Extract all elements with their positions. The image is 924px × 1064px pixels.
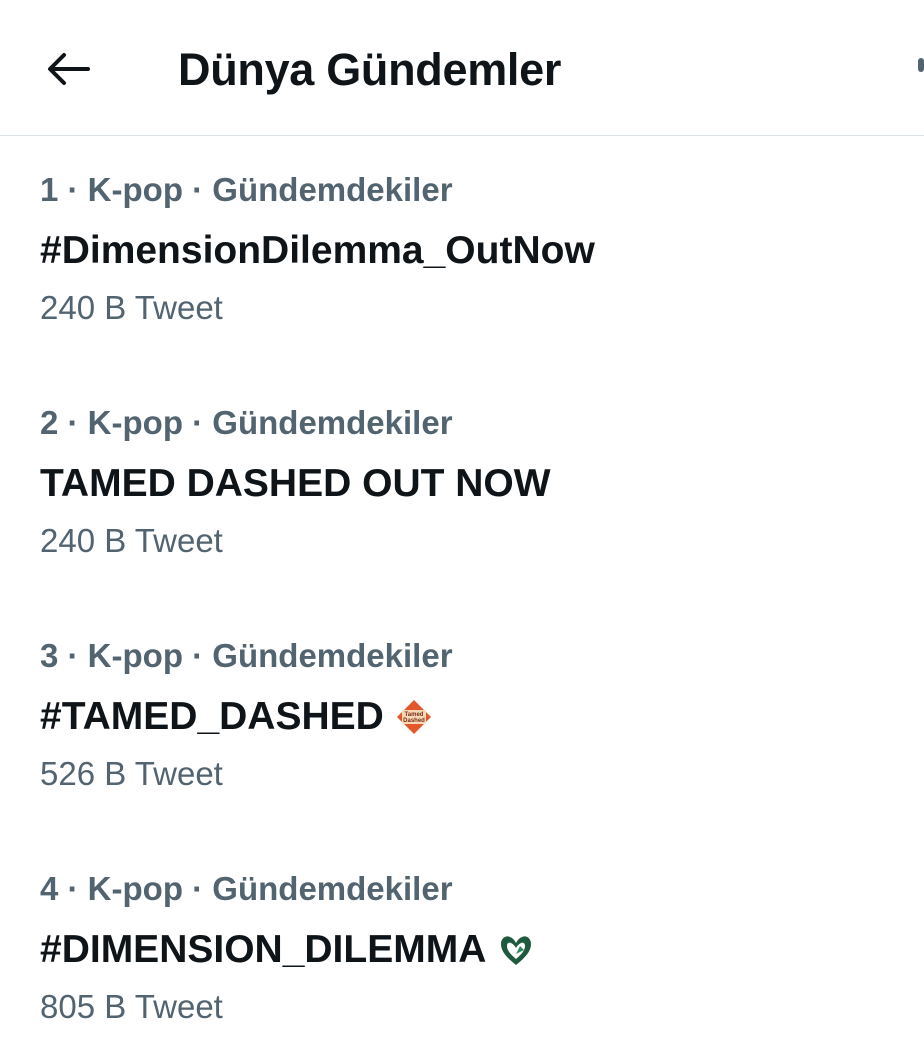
trend-item-4[interactable]: 4 · K-pop · Gündemdekiler #DIMENSION_DIL… bbox=[0, 836, 924, 1064]
trend-tweet-count: 526 B Tweet bbox=[40, 755, 223, 792]
trend-tweet-count: 805 B Tweet bbox=[40, 988, 223, 1025]
trend-title: TAMED DASHED OUT NOW bbox=[40, 462, 551, 506]
top-header: Dünya Gündemler bbox=[0, 0, 924, 136]
trend-meta: 3 · K-pop · Gündemdekiler bbox=[40, 637, 453, 674]
trend-tweet-count: 240 B Tweet bbox=[40, 522, 223, 559]
trends-screen: Dünya Gündemler 1 · K-pop · Gündemdekile… bbox=[0, 0, 924, 1064]
trend-meta: 2 · K-pop · Gündemdekiler bbox=[40, 404, 453, 441]
trend-item-3[interactable]: 3 · K-pop · Gündemdekiler #TAMED_DASHED … bbox=[0, 603, 924, 836]
trend-title-text: #TAMED_DASHED bbox=[40, 695, 384, 738]
trend-meta: 4 · K-pop · Gündemdekiler bbox=[40, 870, 453, 907]
trend-title: #DIMENSION_DILEMMA bbox=[40, 928, 534, 972]
overflow-edge[interactable] bbox=[918, 58, 924, 72]
trend-title: #DimensionDilemma_OutNow bbox=[40, 229, 595, 273]
tamed-dashed-hashflag-icon: Tamed Dashed bbox=[396, 700, 431, 734]
page-title: Dünya Gündemler bbox=[178, 44, 562, 95]
svg-text:Dashed: Dashed bbox=[403, 718, 425, 724]
trend-title-text: TAMED DASHED OUT NOW bbox=[40, 462, 551, 505]
trend-title: #TAMED_DASHED Tamed Dashed bbox=[40, 695, 432, 739]
trend-title-text: #DIMENSION_DILEMMA bbox=[40, 928, 487, 971]
trend-item-2[interactable]: 2 · K-pop · Gündemdekiler TAMED DASHED O… bbox=[0, 370, 924, 603]
trend-tweet-count: 240 B Tweet bbox=[40, 289, 223, 326]
arrow-left-icon bbox=[48, 53, 90, 85]
trend-title-text: #DimensionDilemma_OutNow bbox=[40, 229, 595, 272]
back-button[interactable] bbox=[30, 34, 106, 104]
trend-item-1[interactable]: 1 · K-pop · Gündemdekiler #DimensionDile… bbox=[0, 137, 924, 370]
trend-list: 1 · K-pop · Gündemdekiler #DimensionDile… bbox=[0, 137, 924, 1064]
dimension-dilemma-hashflag-icon bbox=[501, 936, 532, 965]
trend-meta: 1 · K-pop · Gündemdekiler bbox=[40, 171, 453, 208]
